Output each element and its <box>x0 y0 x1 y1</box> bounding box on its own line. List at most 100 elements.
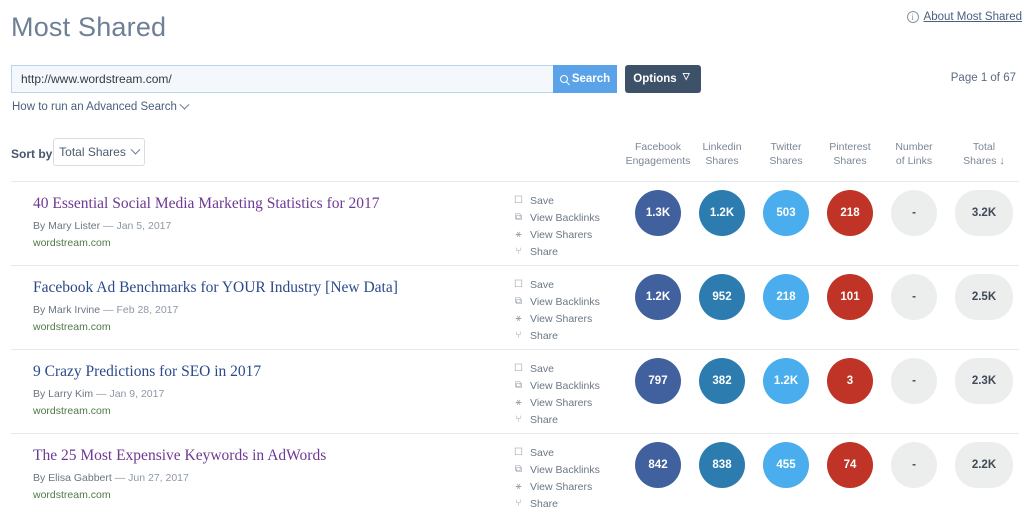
share-nodes-icon: ⑂ <box>515 414 522 425</box>
share-nodes-icon: ⑂ <box>515 246 522 257</box>
view-backlinks-action[interactable]: ⧉ View Backlinks <box>513 377 600 394</box>
share-action-label: Share <box>530 413 559 426</box>
table-row: 9 Crazy Predictions for SEO in 2017 By L… <box>0 350 1030 434</box>
metric-linkedin-shares: 1.2K <box>699 190 745 236</box>
view-sharers-label: View Sharers <box>530 228 593 241</box>
bookmark-icon: ☐ <box>514 363 523 374</box>
options-button[interactable]: Options <box>625 65 701 93</box>
sort-and-columns-bar: Sort by Total Shares Facebook Engagement… <box>0 138 1030 180</box>
share-action[interactable]: ⑂ Share <box>513 495 600 512</box>
save-action[interactable]: ☐ Save <box>513 360 600 377</box>
most-shared-page: Most Shared i About Most Shared Search O… <box>0 0 1030 516</box>
chevron-down-icon <box>130 144 141 155</box>
sort-by-select[interactable]: Total Shares <box>53 138 145 166</box>
metric-twitter-shares: 1.2K <box>763 358 809 404</box>
result-author: By Larry Kim <box>33 388 94 400</box>
view-backlinks-action[interactable]: ⧉ View Backlinks <box>513 293 600 310</box>
meta-dash: — <box>103 304 114 316</box>
column-header-line1: Total <box>972 141 996 153</box>
result-title[interactable]: 9 Crazy Predictions for SEO in 2017 <box>33 363 261 381</box>
share-action[interactable]: ⑂ Share <box>513 327 600 344</box>
result-title[interactable]: Facebook Ad Benchmarks for YOUR Industry… <box>33 279 398 297</box>
column-header-line2: Shares ↓ <box>946 154 1022 168</box>
result-domain: wordstream.com <box>33 321 111 333</box>
advanced-search-label: How to run an Advanced Search <box>12 101 177 113</box>
result-actions: ☐ Save ⧉ View Backlinks ⚹ View Sharers ⑂… <box>513 360 600 428</box>
metric-facebook-engagements: 842 <box>635 442 681 488</box>
view-backlinks-label: View Backlinks <box>530 463 600 476</box>
metric-number-of-links: - <box>891 442 937 488</box>
person-icon: ⚹ <box>515 229 522 240</box>
metric-facebook-engagements: 1.3K <box>635 190 681 236</box>
meta-dash: — <box>103 220 114 232</box>
view-sharers-action[interactable]: ⚹ View Sharers <box>513 226 600 243</box>
view-sharers-action[interactable]: ⚹ View Sharers <box>513 310 600 327</box>
view-sharers-action[interactable]: ⚹ View Sharers <box>513 394 600 411</box>
column-header-line2: of Links <box>895 155 933 167</box>
about-most-shared-link[interactable]: About Most Shared <box>924 11 1022 23</box>
metric-twitter-shares: 218 <box>763 274 809 320</box>
save-action[interactable]: ☐ Save <box>513 444 600 461</box>
result-date: Feb 28, 2017 <box>116 304 179 316</box>
metric-total-shares: 2.2K <box>955 442 1013 488</box>
save-action[interactable]: ☐ Save <box>513 192 600 209</box>
result-title[interactable]: The 25 Most Expensive Keywords in AdWord… <box>33 447 326 465</box>
column-header-line2-text: Shares <box>963 155 997 167</box>
save-action[interactable]: ☐ Save <box>513 276 600 293</box>
column-header-line1: Number <box>895 141 933 153</box>
link-icon: ⧉ <box>514 464 523 475</box>
view-sharers-label: View Sharers <box>530 312 593 325</box>
result-date: Jun 27, 2017 <box>128 472 189 484</box>
result-meta: By Larry Kim — Jan 9, 2017 <box>33 388 164 400</box>
metric-number-of-links: - <box>891 274 937 320</box>
metric-number-of-links: - <box>891 358 937 404</box>
share-action[interactable]: ⑂ Share <box>513 411 600 428</box>
view-backlinks-action[interactable]: ⧉ View Backlinks <box>513 209 600 226</box>
about-most-shared[interactable]: i About Most Shared <box>906 11 1022 23</box>
result-title[interactable]: 40 Essential Social Media Marketing Stat… <box>33 195 380 213</box>
save-action-label: Save <box>530 446 554 459</box>
person-icon: ⚹ <box>515 481 522 492</box>
result-actions: ☐ Save ⧉ View Backlinks ⚹ View Sharers ⑂… <box>513 192 600 260</box>
metric-pinterest-shares: 101 <box>827 274 873 320</box>
sort-by-value: Total Shares <box>59 145 126 159</box>
save-action-label: Save <box>530 278 554 291</box>
table-row: 40 Essential Social Media Marketing Stat… <box>0 182 1030 266</box>
search-button-label: Search <box>571 73 611 85</box>
link-icon: ⧉ <box>514 296 523 307</box>
view-backlinks-label: View Backlinks <box>530 211 600 224</box>
meta-dash: — <box>96 388 107 400</box>
result-actions: ☐ Save ⧉ View Backlinks ⚹ View Sharers ⑂… <box>513 276 600 344</box>
search-input[interactable] <box>11 65 553 93</box>
meta-dash: — <box>114 472 126 484</box>
chevron-down-icon <box>683 72 693 82</box>
save-action-label: Save <box>530 194 554 207</box>
page-count: Page 1 of 67 <box>950 72 1016 84</box>
view-sharers-action[interactable]: ⚹ View Sharers <box>513 478 600 495</box>
metric-total-shares: 3.2K <box>955 190 1013 236</box>
save-action-label: Save <box>530 362 554 375</box>
table-row: Facebook Ad Benchmarks for YOUR Industry… <box>0 266 1030 350</box>
search-bar: Search Options <box>11 65 701 93</box>
result-domain: wordstream.com <box>33 237 111 249</box>
view-backlinks-label: View Backlinks <box>530 295 600 308</box>
share-nodes-icon: ⑂ <box>515 330 522 341</box>
view-backlinks-action[interactable]: ⧉ View Backlinks <box>513 461 600 478</box>
person-icon: ⚹ <box>515 313 522 324</box>
column-header-number-of-links[interactable]: Number of Links <box>876 140 952 168</box>
result-domain: wordstream.com <box>33 489 111 501</box>
result-actions: ☐ Save ⧉ View Backlinks ⚹ View Sharers ⑂… <box>513 444 600 512</box>
result-author: By Mark Irvine <box>33 304 101 316</box>
search-button[interactable]: Search <box>553 65 617 93</box>
metric-facebook-engagements: 797 <box>635 358 681 404</box>
column-header-total-shares[interactable]: Total Shares ↓ <box>946 140 1022 168</box>
bookmark-icon: ☐ <box>514 195 523 206</box>
share-action[interactable]: ⑂ Share <box>513 243 600 260</box>
metric-twitter-shares: 503 <box>763 190 809 236</box>
result-author: By Elisa Gabbert <box>33 472 112 484</box>
metric-facebook-engagements: 1.2K <box>635 274 681 320</box>
advanced-search-toggle[interactable]: How to run an Advanced Search <box>12 99 190 113</box>
view-sharers-label: View Sharers <box>530 396 593 409</box>
result-domain: wordstream.com <box>33 405 111 417</box>
result-meta: By Mary Lister — Jan 5, 2017 <box>33 220 171 232</box>
